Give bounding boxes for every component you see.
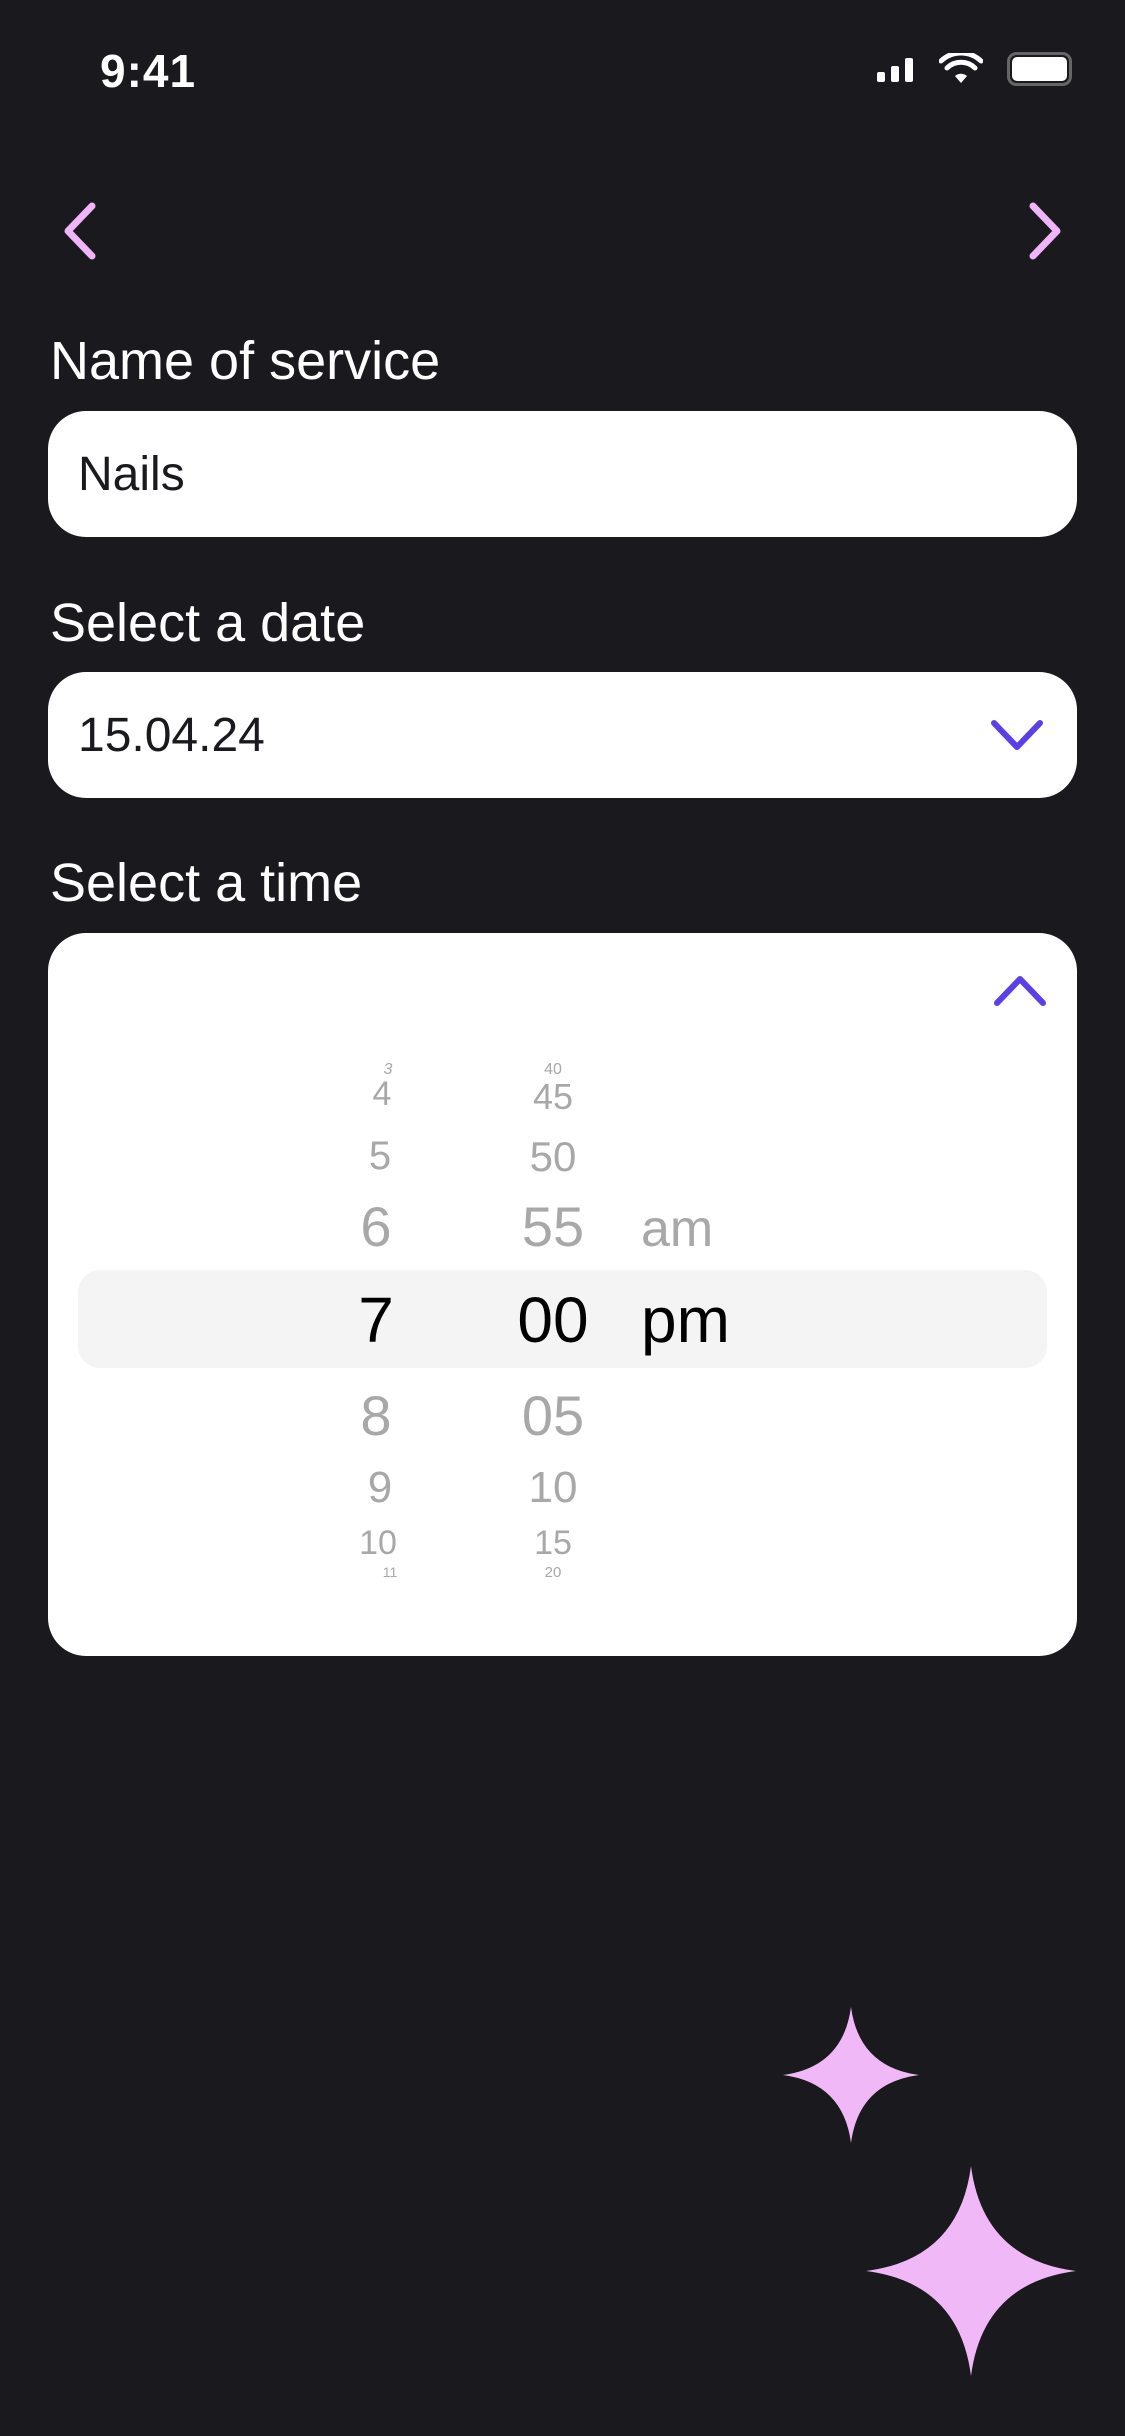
hour-option[interactable]: 5 [300, 1136, 460, 1176]
chevron-left-icon [64, 202, 96, 260]
sparkle-small-icon [783, 2007, 919, 2143]
minute-option[interactable]: 10 [473, 1466, 633, 1510]
service-label: Name of service [50, 331, 441, 391]
hour-wheel[interactable]: 3 4 5 6 7 8 9 10 11 [296, 933, 456, 1656]
period-option[interactable]: am [641, 1203, 841, 1255]
date-label: Select a date [50, 593, 366, 653]
service-value: Nails [78, 447, 185, 501]
hour-option[interactable]: 10 [298, 1526, 458, 1560]
back-button[interactable] [45, 196, 115, 266]
hour-option[interactable]: 8 [296, 1388, 456, 1444]
hour-option-selected[interactable]: 7 [296, 1288, 456, 1352]
hour-option[interactable]: 4 [302, 1077, 462, 1111]
date-select[interactable]: 15.04.24 [48, 672, 1077, 798]
chevron-up-icon[interactable] [985, 961, 1055, 1021]
chevron-down-icon[interactable] [987, 705, 1047, 765]
battery-icon [1007, 52, 1075, 86]
sparkle-large-icon [866, 2166, 1076, 2376]
minute-option[interactable]: 55 [473, 1199, 633, 1255]
period-wheel[interactable]: am pm [641, 933, 841, 1656]
service-input[interactable]: Nails [48, 411, 1077, 537]
minute-option[interactable]: 15 [473, 1526, 633, 1560]
hour-option[interactable]: 6 [296, 1199, 456, 1255]
status-icons [877, 52, 1075, 86]
minute-option-selected[interactable]: 00 [473, 1288, 633, 1352]
hour-option[interactable]: 11 [310, 1565, 470, 1579]
minute-wheel[interactable]: 40 45 50 55 00 05 10 15 20 [473, 933, 633, 1656]
wifi-icon [939, 53, 983, 85]
minute-option[interactable]: 20 [473, 1565, 633, 1580]
forward-button[interactable] [1010, 196, 1080, 266]
time-label: Select a time [50, 853, 363, 913]
period-option-selected[interactable]: pm [641, 1288, 841, 1352]
app-screen: 9:41 Name of service Nails Select a date… [0, 0, 1125, 2436]
chevron-right-icon [1029, 202, 1061, 260]
cellular-signal-icon [877, 56, 915, 82]
minute-option[interactable]: 45 [473, 1079, 633, 1115]
hour-option[interactable]: 9 [300, 1466, 460, 1510]
status-time: 9:41 [100, 45, 197, 97]
minute-option[interactable]: 50 [473, 1136, 633, 1178]
date-value: 15.04.24 [78, 708, 265, 762]
time-picker: 3 4 5 6 7 8 9 10 11 40 45 50 55 00 05 10… [48, 933, 1077, 1656]
minute-option[interactable]: 05 [473, 1388, 633, 1444]
